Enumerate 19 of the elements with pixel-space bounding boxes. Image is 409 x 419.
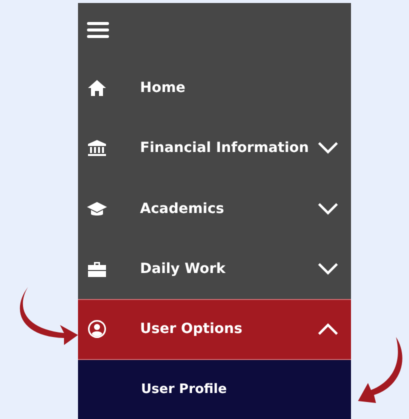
home-icon bbox=[87, 78, 107, 98]
menu-item-label: Daily Work bbox=[140, 260, 226, 277]
menu-item-label: Academics bbox=[140, 200, 226, 217]
user-icon bbox=[87, 319, 107, 340]
menu-item[interactable]: Academics bbox=[78, 178, 351, 239]
chevron-down-icon[interactable] bbox=[317, 202, 339, 216]
menu-item-label: User Options bbox=[140, 321, 244, 338]
submenu-item[interactable]: User Profile bbox=[78, 360, 351, 419]
chevron-down-icon[interactable] bbox=[317, 141, 339, 156]
menu-button[interactable] bbox=[87, 21, 109, 40]
menu-item-label: Financial Information bbox=[140, 140, 310, 156]
menu-item[interactable]: Financial Information bbox=[78, 118, 351, 178]
chevron-up-icon[interactable] bbox=[317, 322, 339, 336]
menu-item[interactable]: Daily Work bbox=[78, 238, 351, 300]
chevron-down-icon[interactable] bbox=[317, 262, 339, 276]
menu-item[interactable]: Home bbox=[78, 57, 351, 118]
bank-icon bbox=[87, 138, 107, 158]
menu-item[interactable]: User Options bbox=[78, 299, 351, 360]
menu-item-label: Home bbox=[140, 80, 186, 96]
